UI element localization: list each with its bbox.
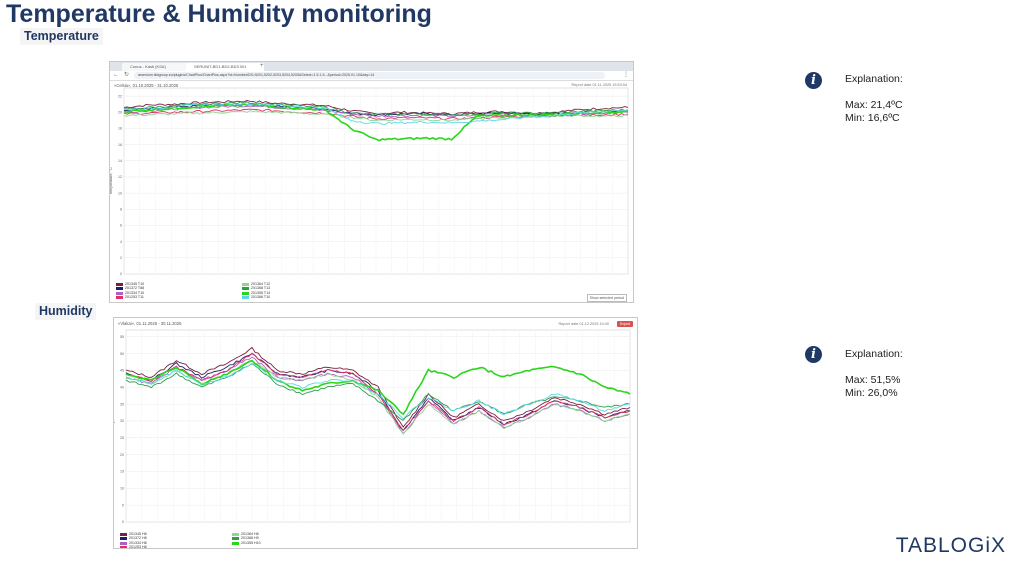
legend-swatch — [242, 287, 249, 291]
explanation-label: Explanation: — [845, 73, 903, 85]
legend-swatch — [120, 545, 127, 548]
y-tick-label: 22 — [118, 94, 122, 98]
y-axis-label: Humidity, % — [114, 415, 115, 436]
y-tick-label: 10 — [120, 487, 124, 491]
info-icon: i — [805, 346, 822, 363]
legend-swatch — [116, 287, 123, 291]
y-tick-label: 12 — [118, 175, 122, 179]
y-tick-label: 4 — [120, 240, 122, 244]
humidity-max: Max: 51,5% — [845, 374, 901, 386]
y-tick-label: 14 — [118, 159, 122, 163]
y-tick-label: 5 — [122, 503, 124, 507]
humidity-section-label: Humidity — [35, 303, 97, 320]
explanation-label: Explanation: — [845, 348, 903, 360]
legend-swatch — [232, 537, 239, 541]
y-tick-label: 55 — [120, 335, 124, 339]
temperature-section-label: Temperature — [20, 28, 103, 45]
y-tick-label: 8 — [120, 208, 122, 212]
legend-swatch — [232, 541, 239, 545]
legend-swatch — [116, 295, 123, 299]
legend-item[interactable]: 201355 H10 — [232, 541, 261, 545]
y-tick-label: 18 — [118, 127, 122, 131]
y-tick-label: 15 — [120, 470, 124, 474]
legend-swatch — [242, 282, 249, 286]
y-tick-label: 2 — [120, 256, 122, 260]
temperature-explanation: Explanation: Max: 21,4ºC Min: 16,6ºC — [845, 73, 903, 125]
info-icon: i — [805, 72, 822, 89]
y-tick-label: 16 — [118, 143, 122, 147]
y-tick-label: 50 — [120, 352, 124, 356]
legend-item[interactable]: 201366 T10 — [242, 295, 270, 299]
page-title: Temperature & Humidity monitoring — [6, 0, 432, 28]
legend-swatch — [116, 291, 123, 295]
temperature-legend: 201345 T10 201372 T88 201334 T10 201253 T11… — [116, 282, 316, 300]
y-tick-label: 20 — [120, 453, 124, 457]
humidity-screenshot: «Vlakai», 01.11.2025 - 30.11.2025 Report… — [113, 317, 638, 549]
y-tick-label: 0 — [122, 520, 124, 524]
legend-swatch — [120, 541, 127, 545]
y-tick-label: 10 — [118, 191, 122, 195]
temperature-chart: 2220181614121086420Temperature, °C — [110, 87, 629, 276]
legend-label: 201366 T10 — [251, 295, 271, 300]
y-tick-label: 20 — [118, 110, 122, 114]
humidity-legend: 201345 H8 201372 H8 201334 H8 201253 H8 201… — [120, 532, 320, 548]
temperature-min: Min: 16,6ºC — [845, 112, 900, 124]
y-tick-label: 40 — [120, 385, 124, 389]
legend-label: 201253 T11 — [125, 295, 144, 300]
y-axis-label: Temperature, °C — [110, 167, 113, 195]
legend-swatch — [120, 532, 127, 536]
legend-item[interactable]: 201253 H8 — [120, 545, 147, 549]
legend-swatch — [120, 537, 127, 541]
temperature-screenshot: Conus - Kasti (KSA) SERUNIT-BD1-BD2-BD3 … — [109, 61, 634, 303]
legend-swatch — [232, 532, 239, 536]
legend-label: 201355 H10 — [241, 540, 261, 545]
legend-swatch — [242, 291, 249, 295]
period-select[interactable]: Show selected period — [586, 294, 627, 302]
humidity-chart: 5550454035302520151050Humidity, % — [114, 329, 631, 524]
legend-swatch — [242, 295, 249, 299]
humidity-explanation: Explanation: Max: 51,5% Min: 26,0% — [845, 348, 903, 400]
tablogix-logo: TABLOGiX — [895, 534, 1006, 557]
legend-item[interactable]: 201253 T11 — [116, 295, 144, 299]
y-tick-label: 45 — [120, 369, 124, 373]
y-tick-label: 25 — [120, 436, 124, 440]
legend-swatch — [116, 282, 123, 286]
legend-label: 201253 H8 — [129, 545, 147, 549]
y-tick-label: 6 — [120, 224, 122, 228]
y-tick-label: 0 — [120, 272, 122, 276]
temperature-max: Max: 21,4ºC — [845, 99, 903, 111]
humidity-min: Min: 26,0% — [845, 387, 898, 399]
y-tick-label: 35 — [120, 402, 124, 406]
y-tick-label: 30 — [120, 419, 124, 423]
